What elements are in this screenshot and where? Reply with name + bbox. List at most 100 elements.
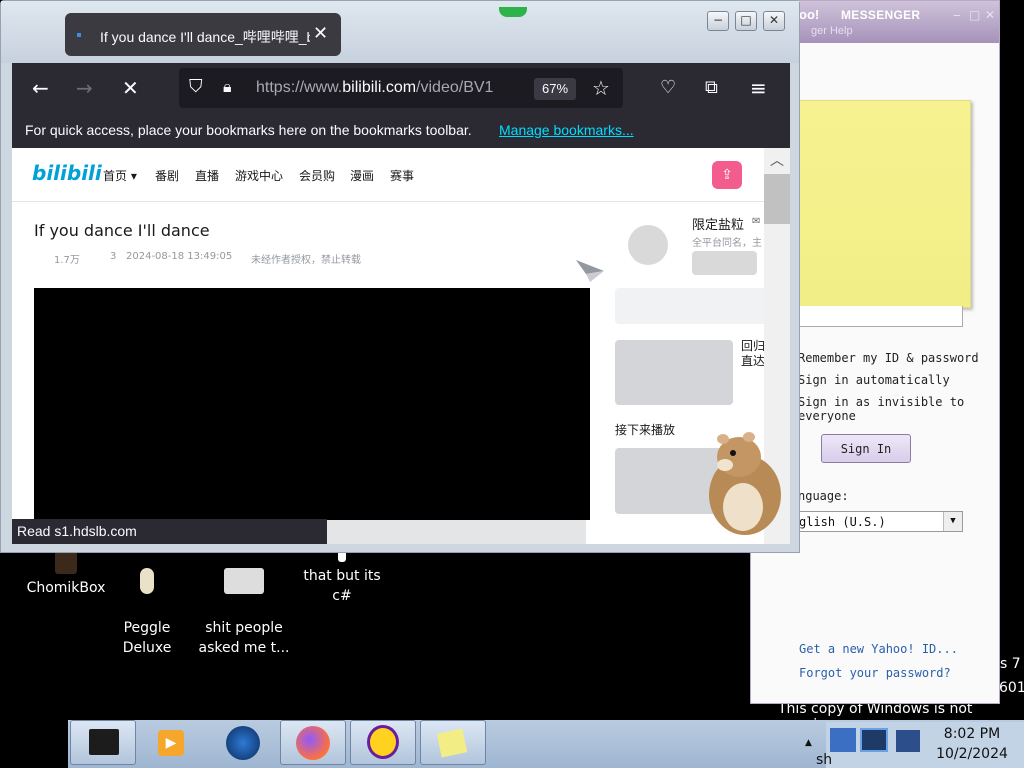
minimize-icon[interactable]: ‒ xyxy=(953,8,961,22)
desktop-icon-folder[interactable]: shit people asked me t... xyxy=(196,548,292,678)
desktop-icon-label: Peggle Deluxe xyxy=(122,620,172,656)
watermark-line: 601 xyxy=(999,680,1024,696)
indicator-icon xyxy=(499,7,527,17)
up-next-heading: 接下来播放 xyxy=(615,423,676,437)
menu-icon[interactable]: ≡ xyxy=(750,78,767,98)
nav-item-games[interactable]: 游戏中心 xyxy=(235,167,283,184)
tab-close-icon[interactable]: ✕ xyxy=(313,23,328,44)
taskbar-item-yahoo[interactable] xyxy=(350,720,416,765)
remember-checkbox-label[interactable]: Remember my ID & password xyxy=(798,351,979,365)
taskbar-item-media-player[interactable]: ▶ xyxy=(140,720,206,765)
sticky-notes-icon xyxy=(436,728,468,758)
back-icon[interactable]: ← xyxy=(32,78,49,98)
related-video-thumbnail[interactable] xyxy=(615,340,733,405)
nav-item-live[interactable]: 直播 xyxy=(195,167,219,184)
language-label: nguage: xyxy=(798,489,849,503)
shield-icon[interactable]: ⛉ xyxy=(189,77,203,97)
taskbar-item-explorer[interactable] xyxy=(70,720,136,765)
status-bar: Read s1.hdslb.com xyxy=(12,519,327,544)
repost-notice: 未经作者授权，禁止转载 xyxy=(251,255,361,266)
desktop-icon-label: that but its c# xyxy=(303,568,381,604)
upload-icon[interactable]: ⇪ xyxy=(712,161,742,189)
upload-datetime: 2024-08-18 13:49:05 xyxy=(126,251,233,262)
scroll-up-icon[interactable]: ︿ xyxy=(770,150,784,170)
nav-item-home[interactable]: 首页 ▾ xyxy=(103,167,137,184)
folder-icon xyxy=(224,568,264,594)
avatar[interactable] xyxy=(628,225,668,265)
forgot-password-link[interactable]: Forgot your password? xyxy=(799,666,951,680)
video-title: If you dance I'll dance xyxy=(34,221,210,240)
url-bar[interactable]: ⛉ 🔒︎ https://www.bilibili.com/video/BV1 … xyxy=(179,68,623,108)
yahoo-title: MESSENGER xyxy=(841,8,921,22)
url-text[interactable]: https://www.bilibili.com/video/BV1 xyxy=(256,79,523,97)
yahoo-logo-text: oo! xyxy=(799,7,820,22)
desktop-icon-peggle[interactable]: Peggle Deluxe xyxy=(99,548,195,678)
view-count: 1.7万 xyxy=(54,255,80,266)
lock-icon[interactable]: 🔒︎ xyxy=(223,77,232,97)
bookmarks-toolbar: For quick access, place your bookmarks h… xyxy=(12,113,790,148)
tray-expand-icon[interactable]: ▲ xyxy=(805,738,812,748)
nav-item-manga[interactable]: 漫画 xyxy=(350,167,374,184)
volume-icon[interactable] xyxy=(896,730,920,752)
bilibili-logo[interactable]: bilibili xyxy=(32,161,102,185)
scrollbar-thumb[interactable] xyxy=(764,174,790,224)
globe-icon xyxy=(226,726,260,760)
tab-loading-icon xyxy=(77,33,81,37)
bookmark-star-icon[interactable]: ☆ xyxy=(592,78,610,98)
hamster-desktop-pet[interactable] xyxy=(699,429,785,539)
stop-icon[interactable]: ✕ xyxy=(122,78,139,98)
clock-date: 10/2/2024 xyxy=(936,746,1008,762)
danmaku-count: 3 xyxy=(110,251,117,262)
firefox-icon xyxy=(296,726,330,760)
desktop-icon-csharp[interactable]: that but its c# xyxy=(294,548,390,606)
minimize-button[interactable]: − xyxy=(707,11,729,31)
yahoo-smiley-icon xyxy=(367,725,399,759)
uploader-description: 全平台同名，主 xyxy=(692,238,762,249)
page-content: bilibili 首页 ▾ 番剧 直播 游戏中心 会员购 漫画 赛事 ⇪ If … xyxy=(12,148,790,544)
firefox-window: If you dance I'll dance_哔哩哔哩_bilibili ✕ … xyxy=(0,0,800,553)
follow-button[interactable] xyxy=(692,251,757,275)
password-field[interactable] xyxy=(798,306,963,327)
extensions-icon[interactable]: ⧉ xyxy=(705,78,718,98)
tab-title: If you dance I'll dance_哔哩哔哩_bilibili xyxy=(100,29,310,45)
message-icon[interactable]: ✉ xyxy=(752,216,760,227)
manage-bookmarks-link[interactable]: Manage bookmarks... xyxy=(499,122,634,138)
tray-label: sh xyxy=(816,752,833,768)
new-id-link[interactable]: Get a new Yahoo! ID... xyxy=(799,642,958,656)
clock-time: 8:02 PM xyxy=(943,726,1001,742)
forward-icon[interactable]: → xyxy=(76,78,93,98)
network-icon[interactable] xyxy=(830,728,856,752)
sign-in-button[interactable]: Sign In xyxy=(821,434,911,463)
auto-signin-checkbox-label[interactable]: Sign in automatically xyxy=(798,373,950,387)
uploader-name[interactable]: 限定盐粒 xyxy=(692,214,744,233)
desktop-icon-label: shit people asked me t... xyxy=(198,620,290,656)
nav-item-esports[interactable]: 赛事 xyxy=(390,167,414,184)
nav-item-anime[interactable]: 番剧 xyxy=(155,167,179,184)
zoom-indicator[interactable]: 67% xyxy=(534,78,576,100)
invisible-checkbox-label[interactable]: Sign in as invisible to everyone xyxy=(798,395,1024,423)
close-icon[interactable]: ✕ xyxy=(985,8,995,22)
pocket-icon[interactable]: ♡ xyxy=(660,78,676,98)
media-player-icon: ▶ xyxy=(158,730,184,756)
clock[interactable]: 8:02 PM 10/2/2024 xyxy=(920,724,1024,764)
tab-active[interactable]: If you dance I'll dance_哔哩哔哩_bilibili ✕ xyxy=(65,13,341,56)
maximize-button[interactable]: □ xyxy=(735,11,757,31)
peggle-icon xyxy=(140,568,154,594)
language-select[interactable]: glish (U.S.) ▼ xyxy=(790,511,963,532)
header-divider xyxy=(12,201,772,202)
taskbar-item-sticky-notes[interactable] xyxy=(420,720,486,765)
nav-item-shop[interactable]: 会员购 xyxy=(299,167,335,184)
watermark-line: s 7 xyxy=(1000,656,1021,672)
share-icon[interactable] xyxy=(576,258,606,284)
video-player[interactable] xyxy=(34,288,590,520)
taskbar-item-firefox[interactable] xyxy=(280,720,346,765)
dropdown-arrow-icon: ▼ xyxy=(943,512,962,531)
close-button[interactable]: ✕ xyxy=(763,11,785,31)
taskbar-item-ie[interactable] xyxy=(210,720,276,765)
maximize-icon[interactable]: □ xyxy=(969,8,980,22)
yahoo-menu[interactable]: ger Help xyxy=(811,25,853,37)
folder-dark-icon xyxy=(89,729,119,755)
monitor-icon[interactable] xyxy=(860,728,888,752)
related-video-title[interactable]: 回归 直达 xyxy=(741,339,765,369)
ad-banner[interactable] xyxy=(615,288,775,324)
